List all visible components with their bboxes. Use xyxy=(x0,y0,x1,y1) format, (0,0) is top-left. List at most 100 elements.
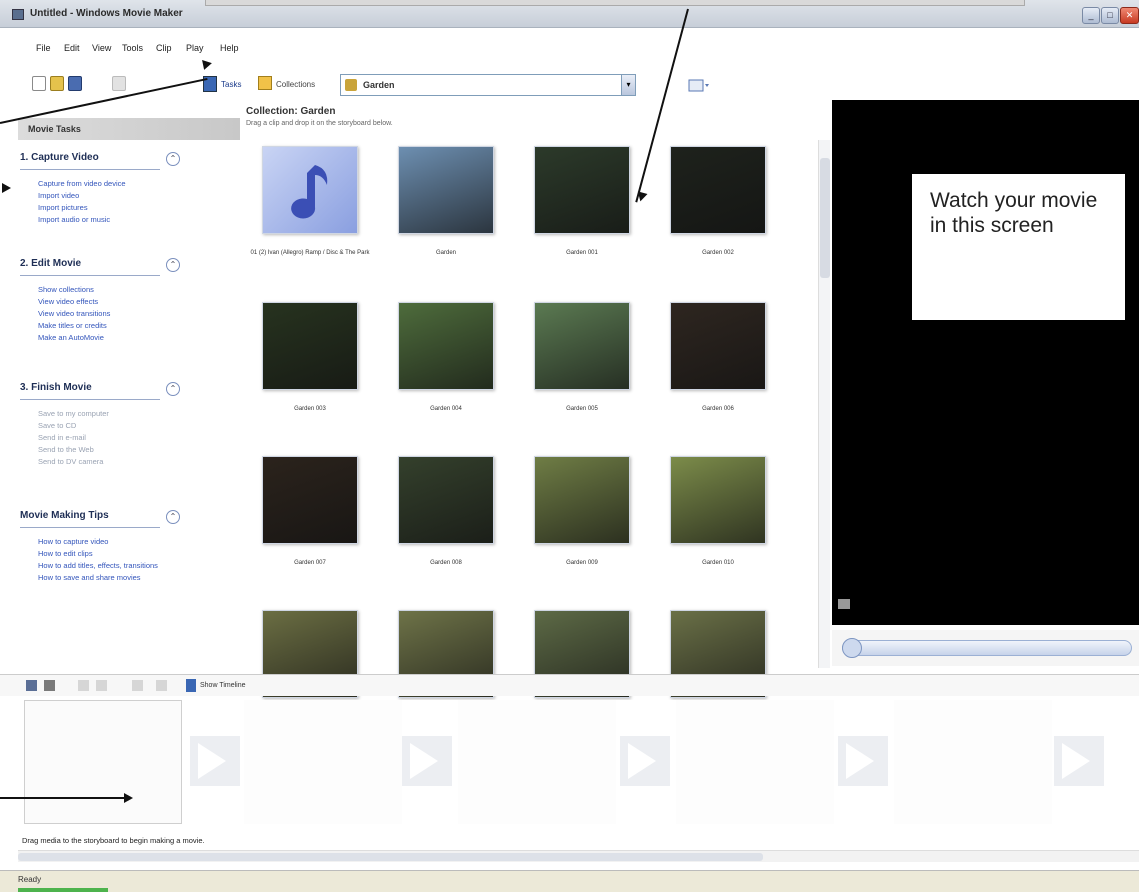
collection-hint: Drag a clip and drop it on the storyboar… xyxy=(246,120,393,127)
section-edit-movie: 2. Edit Movie ⌃ Show collections View vi… xyxy=(20,256,220,344)
storyboard-cell[interactable] xyxy=(894,700,1052,824)
movie-tasks-pane: Movie Tasks 1. Capture Video ⌃ Capture f… xyxy=(0,112,240,668)
menu-play[interactable]: Play xyxy=(186,43,204,53)
clip-caption: 01 (2) Ivan (Allegro) Ramp / Disc & The … xyxy=(250,250,370,256)
open-project-icon[interactable] xyxy=(50,76,64,91)
vertical-scrollbar[interactable] xyxy=(818,140,830,668)
section-title[interactable]: 2. Edit Movie xyxy=(20,256,160,276)
views-icon[interactable] xyxy=(688,79,710,93)
close-button[interactable]: ✕ xyxy=(1120,7,1139,24)
save-project-icon[interactable] xyxy=(68,76,82,91)
collapse-icon[interactable]: ⌃ xyxy=(166,258,180,272)
clip-thumbnail xyxy=(398,456,494,544)
status-progress xyxy=(18,888,108,892)
transition-arrow-icon xyxy=(620,736,670,786)
storyboard-cell[interactable] xyxy=(244,700,402,824)
rewind-icon[interactable] xyxy=(78,680,89,691)
horizontal-scrollbar[interactable] xyxy=(18,850,1139,862)
menu-file[interactable]: File xyxy=(36,43,51,53)
task-link[interactable]: View video transitions xyxy=(38,308,220,320)
task-link: Send to DV camera xyxy=(38,457,104,466)
collections-icon xyxy=(258,76,272,90)
chevron-down-icon[interactable]: ▾ xyxy=(621,75,635,95)
task-link[interactable]: How to capture video xyxy=(38,536,220,548)
task-link[interactable]: Import pictures xyxy=(38,202,220,214)
clip-item[interactable]: Garden xyxy=(386,146,496,276)
task-link: Save to CD xyxy=(38,421,77,430)
menu-tools[interactable]: Tools xyxy=(122,43,143,53)
clip-caption: Garden 008 xyxy=(430,560,462,566)
transition-arrow-icon xyxy=(838,736,888,786)
section-finish-movie: 3. Finish Movie ⌃ Save to my computer Sa… xyxy=(20,380,220,468)
play-button[interactable] xyxy=(842,638,862,658)
storyboard-cell[interactable] xyxy=(458,700,616,824)
menu-clip[interactable]: Clip xyxy=(156,43,172,53)
clip-item[interactable]: Garden 009 xyxy=(522,456,632,586)
show-timeline-label: Show Timeline xyxy=(200,682,246,689)
storyboard-cell[interactable] xyxy=(24,700,182,824)
task-link[interactable]: How to save and share movies xyxy=(38,572,220,584)
clip-item[interactable]: Garden 004 xyxy=(386,302,496,432)
clip-item[interactable]: Garden 007 xyxy=(250,456,360,586)
menu-edit[interactable]: Edit xyxy=(64,43,80,53)
narrate-icon[interactable] xyxy=(44,680,55,691)
set-audio-levels-icon[interactable] xyxy=(26,680,37,691)
task-link[interactable]: Make an AutoMovie xyxy=(38,332,220,344)
task-link[interactable]: How to add titles, effects, transitions xyxy=(38,560,220,572)
clip-caption: Garden 009 xyxy=(566,560,598,566)
section-title[interactable]: 3. Finish Movie xyxy=(20,380,160,400)
task-link[interactable]: View video effects xyxy=(38,296,220,308)
section-capture-video: 1. Capture Video ⌃ Capture from video de… xyxy=(20,150,220,226)
clip-caption: Garden 005 xyxy=(566,406,598,412)
transition-arrow-icon xyxy=(1054,736,1104,786)
task-link[interactable]: Import video xyxy=(38,190,220,202)
storyboard-cell[interactable] xyxy=(676,700,834,824)
clip-item[interactable]: Garden 003 xyxy=(250,302,360,432)
clip-item[interactable]: Garden 008 xyxy=(386,456,496,586)
collection-dropdown[interactable]: Garden ▾ xyxy=(340,74,636,96)
arrowhead-icon xyxy=(202,58,213,70)
play-storyboard-icon[interactable] xyxy=(96,680,107,691)
zoom-in-icon[interactable] xyxy=(132,680,143,691)
clip-item[interactable]: Garden 005 xyxy=(522,302,632,432)
clip-caption: Garden 003 xyxy=(294,406,326,412)
menu-bar: File Edit View Tools Clip Play Help xyxy=(0,40,400,58)
maximize-button[interactable]: □ xyxy=(1101,7,1119,24)
clip-item[interactable]: 01 (2) Ivan (Allegro) Ramp / Disc & The … xyxy=(250,146,369,276)
section-movie-making-tips: Movie Making Tips ⌃ How to capture video… xyxy=(20,508,220,584)
task-link[interactable]: Import audio or music xyxy=(38,214,220,226)
seek-bar[interactable] xyxy=(842,640,1132,656)
menu-help[interactable]: Help xyxy=(220,43,239,53)
scrollbar-thumb[interactable] xyxy=(820,158,830,278)
monitor-split-icon[interactable] xyxy=(838,599,850,609)
tasks-label: Tasks xyxy=(221,80,242,89)
task-link[interactable]: How to edit clips xyxy=(38,548,220,560)
clip-thumbnail xyxy=(670,456,766,544)
minimize-button[interactable]: _ xyxy=(1082,7,1100,24)
zoom-out-icon[interactable] xyxy=(156,680,167,691)
clip-item[interactable]: Garden 006 xyxy=(658,302,768,432)
title-bar: Untitled - Windows Movie Maker _ □ ✕ xyxy=(0,0,1139,28)
section-title[interactable]: 1. Capture Video xyxy=(20,150,160,170)
clip-item[interactable]: Garden 010 xyxy=(658,456,768,586)
transition-arrow-icon xyxy=(190,736,240,786)
section-title[interactable]: Movie Making Tips xyxy=(20,508,160,528)
task-link[interactable]: Show collections xyxy=(38,284,220,296)
collapse-icon[interactable]: ⌃ xyxy=(166,510,180,524)
clip-item[interactable]: Garden 002 xyxy=(658,146,768,276)
new-project-icon[interactable] xyxy=(32,76,46,91)
scrollbar-thumb[interactable] xyxy=(18,853,763,861)
arrowhead-icon xyxy=(124,793,133,803)
task-link[interactable]: Capture from video device xyxy=(38,178,220,190)
collapse-icon[interactable]: ⌃ xyxy=(166,382,180,396)
playback-controls xyxy=(832,630,1139,666)
undo-icon[interactable] xyxy=(112,76,126,91)
folder-icon xyxy=(345,79,357,91)
clip-caption: Garden 001 xyxy=(566,250,598,256)
task-link[interactable]: Make titles or credits xyxy=(38,320,220,332)
music-note-icon xyxy=(262,146,358,234)
collapse-icon[interactable]: ⌃ xyxy=(166,152,180,166)
clip-item[interactable]: Garden 001 xyxy=(522,146,632,276)
clip-caption: Garden 006 xyxy=(702,406,734,412)
menu-view[interactable]: View xyxy=(92,43,111,53)
